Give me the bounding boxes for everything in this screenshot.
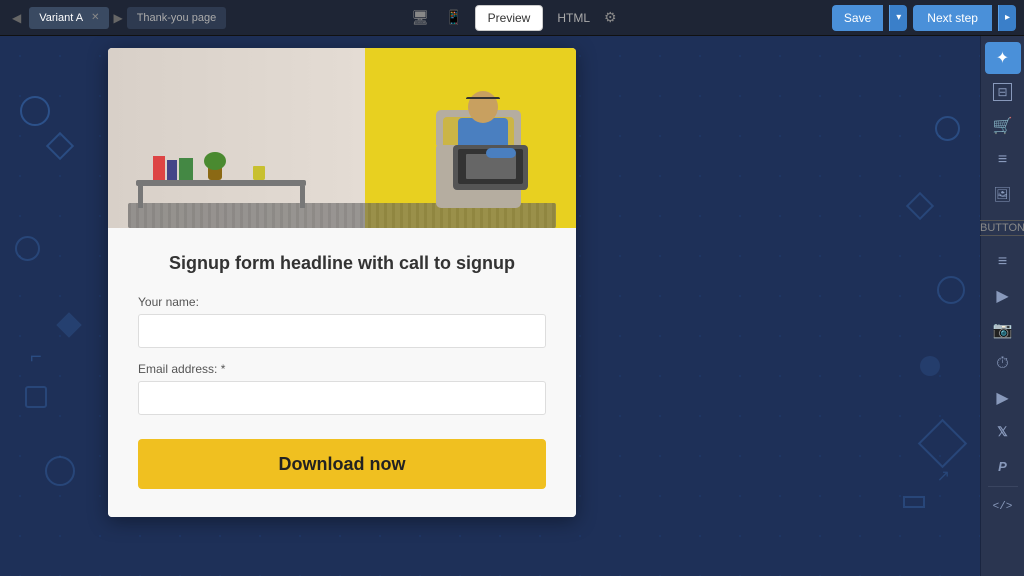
thankyou-tab-label: Thank-you page xyxy=(137,12,217,24)
bg-circle-r1 xyxy=(935,116,960,141)
hero-image xyxy=(108,48,576,228)
sections-icon[interactable]: ⊟ xyxy=(985,76,1021,108)
bg-diamond-r2 xyxy=(918,419,967,468)
video-icon[interactable]: ▶ xyxy=(985,280,1021,312)
desk-top xyxy=(136,180,306,186)
bg-circle-1 xyxy=(20,96,50,126)
bg-circle-2 xyxy=(15,236,40,261)
canvas-area: ⌐ ↗ xyxy=(0,36,980,576)
toolbar: ◀ Variant A ✕ ▶ Thank-you page 🖥 📱 Previ… xyxy=(0,0,1024,36)
form-headline: Signup form headline with call to signup xyxy=(138,252,546,275)
settings-icon[interactable]: ⚙ xyxy=(604,9,617,26)
bg-circle-3 xyxy=(45,456,75,486)
variant-tab-label: Variant A xyxy=(39,12,83,24)
save-dropdown-button[interactable]: ▾ xyxy=(889,5,907,31)
html-button[interactable]: HTML xyxy=(551,7,596,29)
form-section: Signup form headline with call to signup… xyxy=(108,228,576,517)
next-step-button[interactable]: Next step xyxy=(913,5,992,31)
desktop-icon[interactable]: 🖥 xyxy=(407,6,433,29)
back-arrow-icon[interactable]: ◀ xyxy=(8,9,25,27)
right-sidebar: ✦ ⊟ 🛒 ≡ 🖼 BUTTON ≡ ▶ 📷 ⏱ ▶ xyxy=(980,36,1024,576)
code-icon[interactable]: </> xyxy=(985,491,1021,523)
timer-icon[interactable]: ⏱ xyxy=(985,348,1021,380)
play-button-icon[interactable]: ▶ xyxy=(985,382,1021,414)
bg-rect-r1 xyxy=(903,496,925,508)
cart-icon[interactable]: 🛒 xyxy=(985,110,1021,142)
variant-tab[interactable]: Variant A ✕ xyxy=(29,7,109,29)
person-arm xyxy=(486,148,516,158)
toolbar-center: 🖥 📱 Preview HTML ⚙ xyxy=(407,5,616,31)
bg-diamond-2 xyxy=(56,312,81,337)
person-head xyxy=(468,91,498,123)
webcam-icon[interactable]: 📷 xyxy=(985,314,1021,346)
toolbar-left: ◀ Variant A ✕ ▶ Thank-you page xyxy=(8,7,401,29)
preview-button[interactable]: Preview xyxy=(475,5,544,31)
button-icon[interactable]: BUTTON xyxy=(985,212,1021,244)
bg-circle-r3 xyxy=(920,356,940,376)
main-area: ⌐ ↗ xyxy=(0,36,1024,576)
magic-wand-icon[interactable]: ✦ xyxy=(985,42,1021,74)
bg-arrow-1: ⌐ xyxy=(30,346,42,369)
book-1 xyxy=(153,156,165,180)
desk-leg-left xyxy=(138,186,143,208)
book-2 xyxy=(167,160,177,180)
email-label: Email address: * xyxy=(138,362,546,376)
divider-icon[interactable]: ≡ xyxy=(985,246,1021,278)
variant-tab-close[interactable]: ✕ xyxy=(91,12,99,23)
paypal-icon[interactable]: P xyxy=(985,450,1021,482)
thankyou-tab[interactable]: Thank-you page xyxy=(127,7,227,29)
bg-diamond-1 xyxy=(46,132,74,160)
save-button[interactable]: Save xyxy=(832,5,883,31)
mobile-icon[interactable]: 📱 xyxy=(441,6,466,29)
room-wall-left xyxy=(108,48,365,228)
person-glasses xyxy=(466,97,500,105)
name-field-group: Your name: xyxy=(138,295,546,348)
bg-circle-r2 xyxy=(937,276,965,304)
sidebar-divider xyxy=(988,486,1018,487)
toolbar-right: Save ▾ Next step ▸ xyxy=(623,5,1016,31)
email-field-group: Email address: * xyxy=(138,362,546,415)
download-button[interactable]: Download now xyxy=(138,439,546,489)
name-input[interactable] xyxy=(138,314,546,348)
text-lines-icon[interactable]: ≡ xyxy=(985,144,1021,176)
image-icon[interactable]: 🖼 xyxy=(985,178,1021,210)
bg-diamond-r1 xyxy=(906,192,934,220)
email-input[interactable] xyxy=(138,381,546,415)
bg-arrow-2: ↗ xyxy=(937,466,950,486)
desk-cup xyxy=(253,166,265,180)
twitter-icon[interactable]: 𝕏 xyxy=(985,416,1021,448)
tab-separator: ▶ xyxy=(113,11,122,25)
name-label: Your name: xyxy=(138,295,546,309)
desk-leg-right xyxy=(300,186,305,208)
page-card: Signup form headline with call to signup… xyxy=(108,48,576,517)
book-3 xyxy=(179,158,193,180)
bg-rect-1 xyxy=(25,386,47,408)
next-step-arrow-button[interactable]: ▸ xyxy=(998,5,1016,31)
plant-leaves xyxy=(204,152,226,170)
